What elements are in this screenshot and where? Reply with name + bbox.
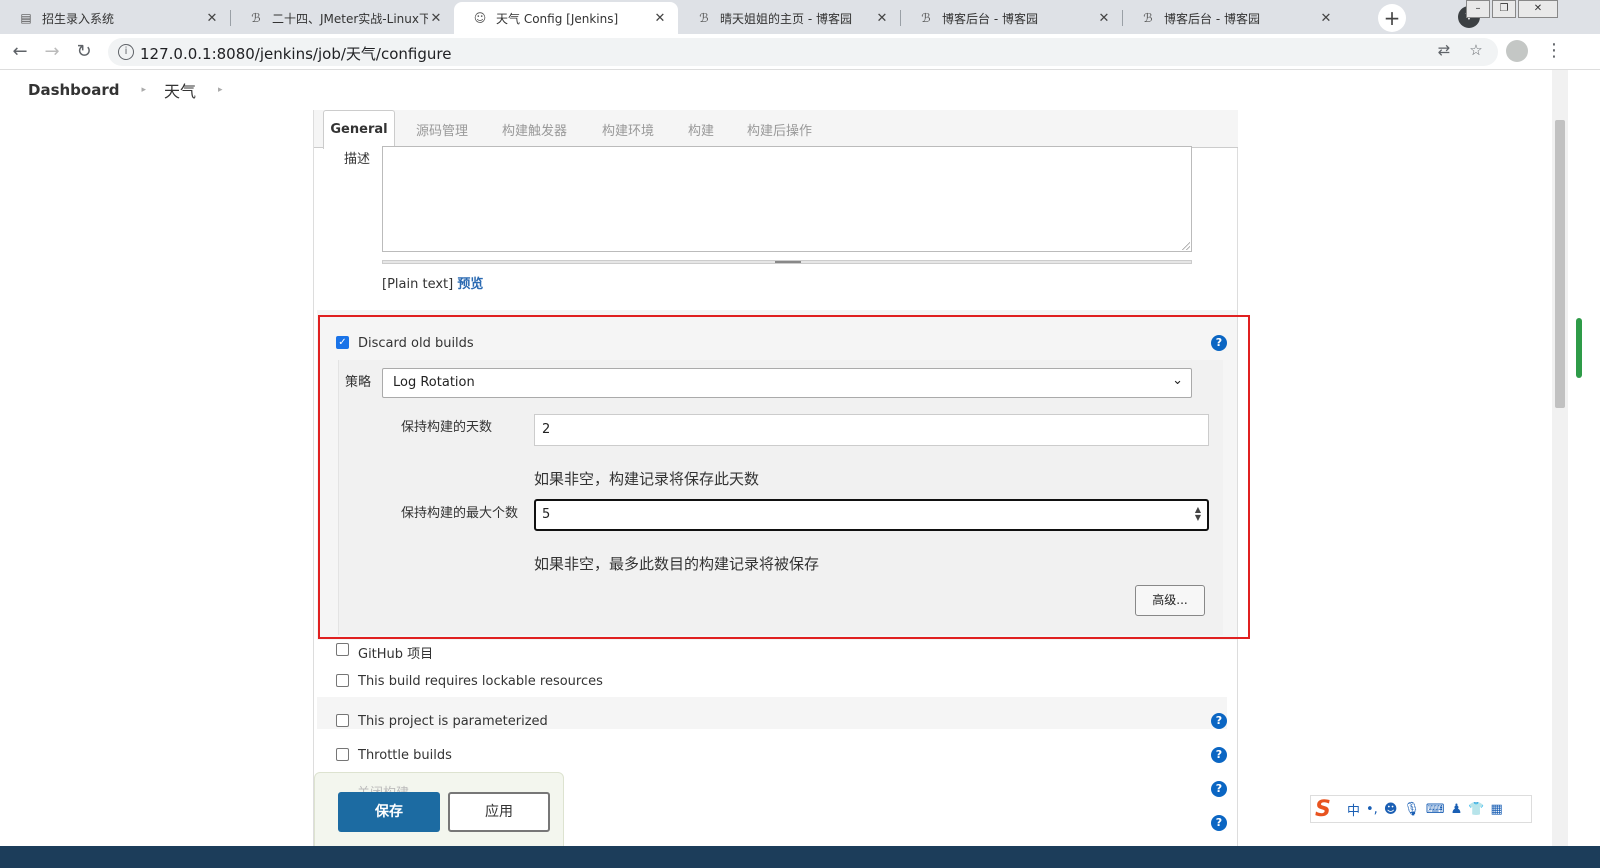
parameterized-checkbox[interactable]	[336, 714, 349, 727]
tab-post-build[interactable]: 构建后操作	[747, 120, 812, 139]
github-project-checkbox[interactable]	[336, 643, 349, 656]
close-icon[interactable]: ✕	[652, 11, 668, 26]
tab-build-env[interactable]: 构建环境	[602, 120, 654, 139]
close-icon[interactable]: ✕	[1096, 11, 1112, 26]
tab-build[interactable]: 构建	[688, 120, 714, 139]
side-strip	[1568, 70, 1600, 868]
throttle-builds-checkbox[interactable]	[336, 748, 349, 761]
parameterized-label: This project is parameterized	[358, 714, 548, 729]
tab-title: 招生录入系统	[42, 11, 115, 26]
jenkins-icon: ☺	[473, 11, 487, 25]
description-label: 描述	[344, 152, 371, 167]
microphone-icon[interactable]: 🎙	[1403, 802, 1420, 817]
url-text: 127.0.0.1:8080/jenkins/job/天气/configure	[140, 45, 452, 63]
ime-mode[interactable]: 中	[1347, 800, 1360, 819]
throttle-builds-label: Throttle builds	[358, 748, 452, 763]
cnblogs-icon: ℬ	[699, 11, 709, 25]
tab-general[interactable]: General	[323, 110, 395, 149]
lockable-resources-label: This build requires lockable resources	[358, 674, 603, 689]
ime-toolbar: S 中 •, ☻ 🎙 ⌨ ♟ 👕 ▦	[1310, 795, 1532, 823]
drag-handle-icon	[775, 261, 801, 263]
os-taskbar	[0, 846, 1600, 868]
apply-button[interactable]: 应用	[448, 792, 550, 832]
browser-toolbar: ← → ↻ i 127.0.0.1:8080/jenkins/job/天气/co…	[0, 34, 1600, 70]
cnblogs-icon: ℬ	[921, 11, 931, 25]
side-indicator	[1576, 318, 1582, 378]
site-info-icon[interactable]: i	[118, 44, 134, 60]
translate-icon[interactable]: ⇄	[1432, 38, 1456, 62]
sogou-logo-icon: S	[1315, 796, 1331, 822]
close-window-button[interactable]: ✕	[1518, 0, 1558, 18]
help-icon[interactable]: ?	[1211, 781, 1227, 797]
cnblogs-icon: ℬ	[1143, 11, 1153, 25]
breadcrumb-arrow-icon[interactable]: ▸	[141, 85, 146, 95]
menu-icon[interactable]: ⋮	[1544, 40, 1564, 64]
resize-grip-icon[interactable]	[1182, 242, 1190, 250]
tab-title: 二十四、JMeter实战-Linux下	[272, 11, 428, 26]
help-icon[interactable]: ?	[1211, 747, 1227, 763]
tab-scm[interactable]: 源码管理	[416, 120, 468, 139]
browser-tab-active[interactable]: ☺ 天气 Config [Jenkins] ✕	[454, 2, 678, 34]
bookmark-star-icon[interactable]: ☆	[1464, 38, 1488, 62]
tab-title: 博客后台 - 博客园	[1164, 11, 1260, 26]
grid-menu-icon[interactable]: ▦	[1491, 802, 1503, 817]
maximize-button[interactable]: ❐	[1492, 0, 1516, 18]
tab-title: 晴天姐姐的主页 - 博客园	[720, 11, 852, 26]
minimize-button[interactable]: –	[1466, 0, 1490, 18]
help-icon[interactable]: ?	[1211, 815, 1227, 831]
tab-title: 博客后台 - 博客园	[942, 11, 1038, 26]
emoji-icon[interactable]: ☻	[1384, 802, 1398, 817]
breadcrumb-arrow-icon[interactable]: ▸	[218, 85, 223, 95]
config-tabs: General 源码管理 构建触发器 构建环境 构建 构建后操作	[314, 110, 1238, 149]
description-textarea[interactable]	[382, 146, 1192, 252]
scrollbar-thumb[interactable]	[1555, 120, 1565, 408]
close-icon[interactable]: ✕	[204, 11, 220, 26]
browser-tab[interactable]: ℬ 晴天姐姐的主页 - 博客园 ✕	[678, 2, 900, 34]
document-icon: ▤	[20, 11, 32, 25]
forward-icon[interactable]: →	[40, 40, 64, 64]
keyboard-icon[interactable]: ⌨	[1426, 802, 1445, 817]
browser-tab[interactable]: ℬ 博客后台 - 博客园 ✕	[900, 2, 1122, 34]
browser-tab[interactable]: ▤ 招生录入系统 ✕	[0, 2, 230, 34]
skin-icon[interactable]: 👕	[1468, 802, 1484, 817]
lockable-resources-checkbox[interactable]	[336, 674, 349, 687]
browser-tab[interactable]: ℬ 二十四、JMeter实战-Linux下 ✕	[230, 2, 454, 34]
tab-title: 天气 Config [Jenkins]	[496, 11, 619, 26]
user-icon[interactable]: ♟	[1451, 802, 1463, 817]
breadcrumb-job[interactable]: 天气	[164, 78, 196, 102]
new-tab-button[interactable]: +	[1378, 4, 1406, 32]
tab-triggers[interactable]: 构建触发器	[502, 120, 567, 139]
close-icon[interactable]: ✕	[1318, 11, 1334, 26]
back-icon[interactable]: ←	[8, 40, 32, 64]
github-project-label: GitHub 项目	[358, 647, 434, 662]
breadcrumb-dashboard[interactable]: Dashboard	[28, 81, 119, 99]
vertical-scrollbar[interactable]	[1552, 70, 1568, 868]
preview-link[interactable]: 预览	[457, 277, 483, 292]
help-icon[interactable]: ?	[1211, 713, 1227, 729]
close-icon[interactable]: ✕	[428, 11, 444, 26]
close-icon[interactable]: ✕	[874, 11, 890, 26]
plain-text-label: [Plain text]	[382, 277, 454, 292]
punctuation-icon[interactable]: •,	[1366, 802, 1378, 817]
address-bar[interactable]: i 127.0.0.1:8080/jenkins/job/天气/configur…	[108, 38, 1498, 66]
cnblogs-icon: ℬ	[251, 11, 261, 25]
reload-icon[interactable]: ↻	[72, 40, 96, 64]
account-avatar[interactable]	[1506, 40, 1528, 62]
save-button[interactable]: 保存	[338, 792, 440, 832]
highlight-box	[318, 315, 1250, 639]
browser-tabstrip: ▤ 招生录入系统 ✕ ℬ 二十四、JMeter实战-Linux下 ✕ ☺ 天气 …	[0, 0, 1600, 34]
textarea-resize-bar[interactable]	[382, 260, 1192, 264]
description-format: [Plain text] 预览	[382, 273, 483, 292]
browser-tab[interactable]: ℬ 博客后台 - 博客园 ✕	[1122, 2, 1344, 34]
breadcrumb: Dashboard ▸ 天气 ▸	[0, 70, 1552, 110]
